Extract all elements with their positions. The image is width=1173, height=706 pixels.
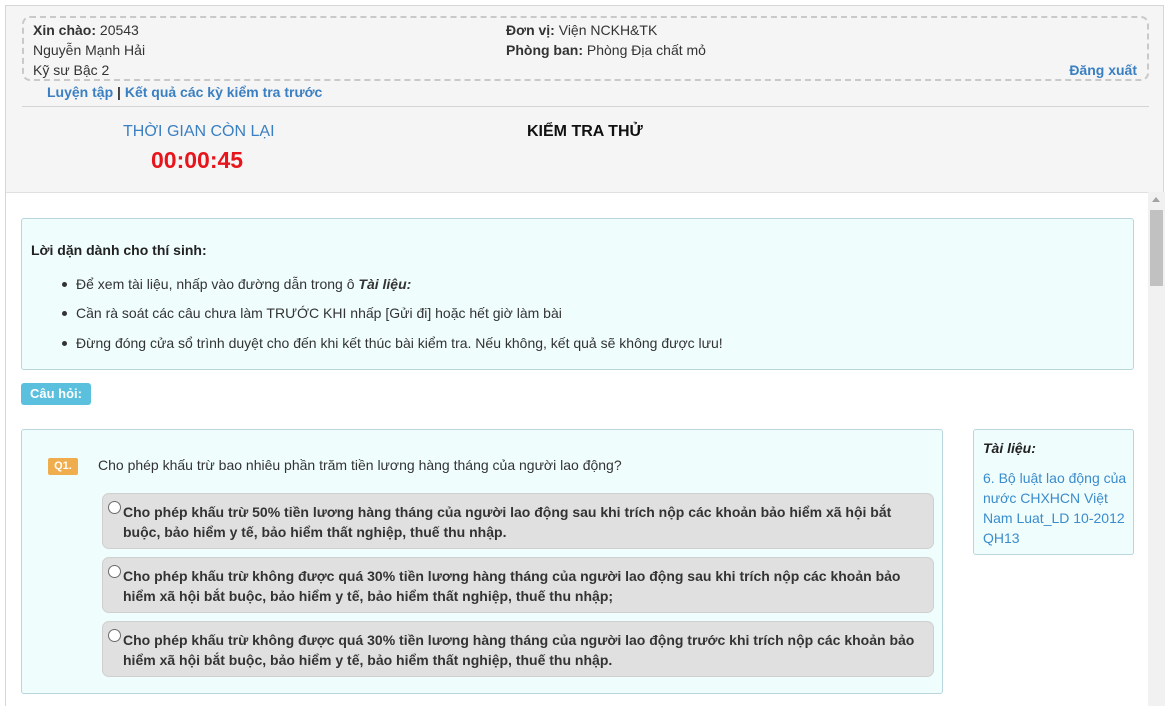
department-label: Phòng ban: [506, 42, 583, 58]
question-text: Cho phép khấu trừ bao nhiêu phần trăm ti… [98, 457, 622, 473]
instructions-title: Lời dặn dành cho thí sinh: [31, 242, 207, 258]
scroll-up-arrow-icon[interactable] [1152, 197, 1160, 202]
answer-option-1[interactable]: Cho phép khấu trừ 50% tiền lương hàng th… [102, 493, 934, 549]
instruction-item: Đừng đóng cửa sổ trình duyệt cho đến khi… [62, 335, 723, 351]
vertical-scrollbar[interactable] [1148, 192, 1165, 706]
scroll-thumb[interactable] [1150, 210, 1163, 286]
documents-panel: Tài liệu: 6. Bộ luật lao động của nước C… [973, 429, 1134, 555]
user-full-name: Nguyễn Mạnh Hải [33, 42, 146, 58]
unit-label: Đơn vị: [506, 22, 555, 38]
user-info-box: Xin chào: 20543 Nguyễn Mạnh Hải Kỹ sư Bậ… [22, 16, 1149, 81]
header-divider [22, 106, 1149, 107]
question-number-badge: Q1. [48, 458, 78, 475]
instructions-box: Lời dặn dành cho thí sinh: Để xem tài li… [21, 218, 1134, 370]
practice-link[interactable]: Luyện tập [47, 84, 113, 100]
previous-results-link[interactable]: Kết quả các kỳ kiểm tra trước [125, 84, 323, 100]
document-link[interactable]: 6. Bộ luật lao động của nước CHXHCN Việt… [983, 468, 1129, 548]
greeting-label: Xin chào: [33, 22, 97, 38]
instruction-item: Để xem tài liệu, nhấp vào đường dẫn tron… [61, 276, 412, 292]
answer-option-text: Cho phép khấu trừ 50% tiền lương hàng th… [123, 504, 892, 540]
instruction-item-text: Để xem tài liệu, nhấp vào đường dẫn tron… [76, 276, 359, 292]
user-id: 20543 [99, 22, 139, 38]
greeting-line: Xin chào: 20543 [33, 22, 139, 38]
instruction-item: Cần rà soát các câu chưa làm TRƯỚC KHI n… [62, 305, 562, 321]
unit-line: Đơn vị: Viện NCKH&TK [506, 22, 657, 38]
answer-option-2[interactable]: Cho phép khấu trừ không được quá 30% tiề… [102, 557, 934, 613]
time-remaining-value: 00:00:45 [151, 147, 244, 173]
question-panel: Q1. Cho phép khấu trừ bao nhiêu phần tră… [21, 429, 943, 694]
time-remaining-label: THỜI GIAN CÒN LẠI [123, 123, 275, 140]
user-rank: Kỹ sư Bậc 2 [33, 62, 110, 78]
answer-option-text: Cho phép khấu trừ không được quá 30% tiề… [123, 632, 915, 668]
logout-link[interactable]: Đăng xuất [1069, 62, 1137, 78]
answer-option-text: Cho phép khấu trừ không được quá 30% tiề… [123, 568, 901, 604]
radio-button[interactable] [108, 565, 121, 578]
unit-value: Viện NCKH&TK [558, 22, 658, 38]
radio-button[interactable] [108, 629, 121, 642]
answer-option-3[interactable]: Cho phép khấu trừ không được quá 30% tiề… [102, 621, 934, 677]
nav-links: Luyện tập | Kết quả các kỳ kiểm tra trướ… [47, 84, 322, 100]
exam-title: KIỂM TRA THỬ [527, 123, 643, 140]
documents-title: Tài liệu: [983, 440, 1036, 456]
radio-button[interactable] [108, 501, 121, 514]
instruction-item-emphasis: Tài liệu: [358, 276, 412, 292]
department-line: Phòng ban: Phòng Địa chất mỏ [506, 42, 706, 58]
nav-separator: | [117, 84, 121, 100]
department-value: Phòng Địa chất mỏ [586, 42, 706, 58]
questions-badge: Câu hỏi: [21, 383, 91, 405]
